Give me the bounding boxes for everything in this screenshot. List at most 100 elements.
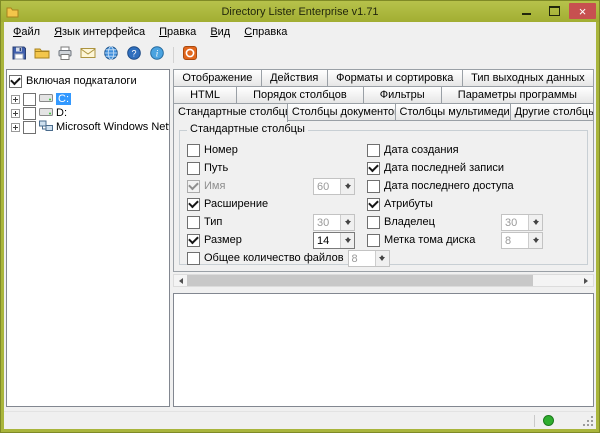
tree-item-network[interactable]: Microsoft Windows Network (9, 120, 167, 134)
web-button[interactable] (100, 44, 122, 65)
checkbox-number[interactable] (187, 144, 200, 157)
tree-item-d-drive[interactable]: D: (9, 106, 167, 120)
status-main-panel (8, 412, 534, 429)
status-bar (4, 411, 596, 429)
width-spinner-volume-label[interactable]: 8 (501, 232, 543, 249)
spinner-down-button[interactable] (529, 222, 542, 230)
menu-view[interactable]: Вид (203, 24, 237, 40)
tab-display[interactable]: Отображение (173, 69, 262, 87)
help-button[interactable]: ? (123, 44, 145, 65)
tab-document-columns[interactable]: Столбцы документов (288, 103, 396, 121)
spinner-value: 8 (502, 233, 528, 248)
option-label: Путь (204, 162, 228, 174)
option-label: Дата последнего доступа (384, 180, 514, 192)
width-spinner-type[interactable]: 30 (313, 214, 355, 231)
checkbox-total-files[interactable] (187, 252, 200, 265)
checkbox-name[interactable] (187, 180, 200, 193)
expand-icon[interactable] (11, 95, 20, 104)
app-window: Directory Lister Enterprise v1.71 × Файл… (0, 0, 600, 433)
tab-multimedia-columns[interactable]: Столбцы мультимедиа (396, 103, 511, 121)
mail-icon (80, 45, 96, 64)
spinner-down-button[interactable] (341, 222, 354, 230)
tab-standard-columns[interactable]: Стандартные столбцы (173, 103, 288, 122)
checkbox-attributes[interactable] (367, 198, 380, 211)
checkbox-owner[interactable] (367, 216, 380, 229)
tab-formats-sorting[interactable]: Форматы и сортировка (328, 69, 463, 87)
spinner-down-button[interactable] (341, 240, 354, 248)
checkbox-volume-label[interactable] (367, 234, 380, 247)
option-row: Дата последнего доступа (367, 177, 583, 195)
app-body: Файл Язык интерфейса Правка Вид Справка (4, 22, 596, 429)
checkbox-extension[interactable] (187, 198, 200, 211)
tab-actions[interactable]: Действия (262, 69, 328, 87)
web-icon (103, 45, 119, 64)
close-button[interactable]: × (569, 3, 596, 19)
options-column-right: Дата создания Дата последней записи Дата… (367, 141, 583, 267)
tab-program-options[interactable]: Параметры программы (442, 86, 594, 104)
option-label: Атрибуты (384, 198, 433, 210)
option-label: Дата создания (384, 144, 459, 156)
width-spinner-owner[interactable]: 30 (501, 214, 543, 231)
option-label: Расширение (204, 198, 268, 210)
checkbox-size[interactable] (187, 234, 200, 247)
maximize-button[interactable] (541, 3, 568, 19)
spinner-down-button[interactable] (341, 186, 354, 194)
scrollbar-track[interactable] (187, 275, 580, 286)
checkbox-date-accessed[interactable] (367, 180, 380, 193)
minimize-button[interactable] (513, 3, 540, 19)
menu-bar: Файл Язык интерфейса Правка Вид Справка (4, 22, 596, 42)
about-button[interactable]: i (146, 44, 168, 65)
menu-file[interactable]: Файл (6, 24, 47, 40)
open-folder-button[interactable] (31, 44, 53, 65)
option-label: Имя (204, 180, 225, 192)
exit-icon (182, 45, 198, 64)
tab-column-order[interactable]: Порядок столбцов (237, 86, 364, 104)
tree-item-label: Microsoft Windows Network (56, 121, 170, 133)
checkbox-date-created[interactable] (367, 144, 380, 157)
menu-edit[interactable]: Правка (152, 24, 203, 40)
title-bar[interactable]: Directory Lister Enterprise v1.71 × (1, 1, 599, 22)
checkbox-type[interactable] (187, 216, 200, 229)
tree-checkbox-d[interactable] (23, 107, 36, 120)
scroll-right-button[interactable] (580, 275, 593, 286)
tab-filters[interactable]: Фильтры (364, 86, 442, 104)
tab-html[interactable]: HTML (173, 86, 237, 104)
menu-help[interactable]: Справка (237, 24, 294, 40)
save-button[interactable] (8, 44, 30, 65)
standard-columns-group: Стандартные столбцы Номер Путь (179, 130, 588, 265)
include-subdirs-checkbox[interactable] (9, 75, 22, 88)
scrollbar-thumb[interactable] (187, 275, 533, 286)
mail-button[interactable] (77, 44, 99, 65)
print-button[interactable] (54, 44, 76, 65)
tree-checkbox-c[interactable] (23, 93, 36, 106)
expand-icon[interactable] (11, 109, 20, 118)
tree-item-c-drive[interactable]: C: (9, 92, 167, 106)
option-label: Тип (204, 216, 222, 228)
scroll-right-arrow-icon (584, 278, 591, 284)
option-row: Имя 60 (187, 177, 367, 195)
horizontal-scrollbar[interactable] (173, 274, 594, 287)
spinner-value: 14 (314, 233, 340, 248)
resize-grip[interactable] (581, 414, 595, 428)
width-spinner-name[interactable]: 60 (313, 178, 355, 195)
checkbox-path[interactable] (187, 162, 200, 175)
tab-other-columns[interactable]: Другие столбцы (511, 103, 594, 121)
spinner-down-button[interactable] (529, 240, 542, 248)
tree-checkbox-network[interactable] (23, 121, 36, 134)
standard-columns-pane: Стандартные столбцы Номер Путь (173, 120, 594, 272)
about-icon: i (149, 45, 165, 64)
option-label: Размер (204, 234, 242, 246)
tab-row-3: Стандартные столбцы Столбцы документов С… (173, 103, 594, 121)
expand-icon[interactable] (11, 123, 20, 132)
width-spinner-size[interactable]: 14 (313, 232, 355, 249)
spinner-buttons (340, 215, 354, 230)
tab-output-type[interactable]: Тип выходных данных (463, 69, 594, 87)
include-subdirs-label: Включая подкаталоги (26, 75, 137, 87)
exit-button[interactable] (179, 44, 201, 65)
scroll-left-button[interactable] (174, 275, 187, 286)
status-ok-icon (543, 415, 554, 426)
checkbox-date-modified[interactable] (367, 162, 380, 175)
option-label: Дата последней записи (384, 162, 504, 174)
menu-interface-language[interactable]: Язык интерфейса (47, 24, 152, 40)
save-icon (11, 45, 27, 64)
